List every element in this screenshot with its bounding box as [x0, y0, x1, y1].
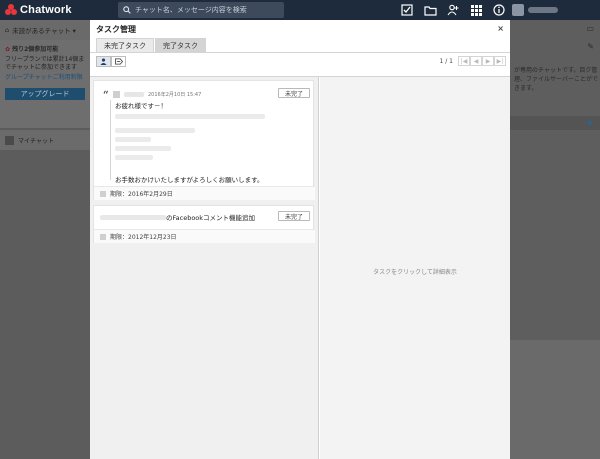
requester-name	[124, 92, 144, 97]
task-message: お疲れ様です－！ お手数おかけいたしますがよろしくお願いします。	[110, 100, 305, 184]
app-logo[interactable]: Chatwork	[5, 4, 72, 16]
dialog-header: タスク管理 ×	[90, 20, 510, 38]
task-title: のFacebookコメント機能追加	[100, 212, 255, 222]
close-icon[interactable]: ×	[497, 24, 504, 33]
search-icon	[123, 6, 131, 14]
task-card[interactable]: のFacebookコメント機能追加 未完了 期限：2012年12月23日	[93, 205, 315, 243]
add-icon[interactable]: +	[586, 118, 594, 129]
sidebar: ⌂ 未読があるチャット ▾ ✿ 残り2個参加可能 フリープランでは累計14個まで…	[0, 20, 90, 459]
detail-hint: タスクをクリックして詳細表示	[373, 269, 457, 276]
send-icon	[114, 57, 123, 65]
blurred-text	[115, 146, 171, 151]
plan-banner: ✿ 残り2個参加可能 フリープランでは累計14個までチャットに参加できます グル…	[0, 40, 90, 128]
top-bar: Chatwork チャット名、メッセージ内容を検索	[0, 0, 600, 20]
chatwork-logo-icon	[5, 4, 17, 16]
blurred-text	[100, 214, 166, 220]
mark-incomplete-button[interactable]: 未完了	[278, 88, 310, 98]
task-card[interactable]: “ 2016年2月10日 15:47 未完了 お疲れ様です－！ お手数おかけいた…	[93, 80, 315, 200]
banner-text: フリープランでは累計14個までチャットに参加できます	[5, 56, 85, 71]
quote-icon: “	[103, 90, 109, 101]
task-detail-pane: タスクをクリックして詳細表示	[320, 77, 510, 459]
filter-assigned-tasks-button[interactable]	[111, 55, 126, 67]
task-tabs: 未完了タスク 完了タスク	[90, 38, 510, 53]
task-check-icon[interactable]	[400, 3, 414, 17]
task-greeting: お疲れ様です－！	[115, 102, 167, 110]
home-icon: ⌂	[5, 26, 10, 34]
pagination: 1 / 1 |◀ ◀ ▶ ▶|	[440, 56, 506, 66]
apps-grid-icon[interactable]	[469, 3, 483, 17]
banner-title: ✿ 残り2個参加可能	[5, 46, 85, 54]
blurred-text	[115, 137, 151, 142]
chat-filter[interactable]: ⌂ 未読があるチャット ▾	[0, 20, 90, 40]
blurred-text	[115, 128, 195, 133]
blurred-text	[115, 114, 265, 119]
chat-filter-label: 未読があるチャット ▾	[12, 27, 76, 35]
add-contact-icon[interactable]	[446, 3, 460, 17]
chat-description: が専用のチャットです。目ク管理、ファイルサーバーことができます。	[514, 67, 598, 92]
mark-incomplete-button[interactable]: 未完了	[278, 211, 310, 221]
task-footer: 期限：2016年2月29日	[94, 186, 315, 200]
prev-page-button[interactable]: ◀	[470, 56, 482, 66]
task-list: “ 2016年2月10日 15:47 未完了 お疲れ様です－！ お手数おかけいた…	[90, 77, 319, 459]
assignee-avatar	[100, 233, 106, 240]
avatar[interactable]	[512, 4, 524, 16]
task-content: “ 2016年2月10日 15:47 未完了 お疲れ様です－！ お手数おかけいた…	[90, 76, 510, 459]
task-closing: お手数おかけいたしますがよろしくお願いします。	[115, 176, 264, 184]
last-page-button[interactable]: ▶|	[494, 56, 506, 66]
blurred-text	[115, 155, 153, 160]
person-icon	[100, 57, 107, 65]
right-panel: ▭ ✎ が専用のチャットです。目ク管理、ファイルサーバーことができます。 +	[510, 20, 600, 459]
filter-my-tasks-button[interactable]	[96, 55, 111, 67]
mychat-label: マイチャット	[18, 137, 54, 145]
dialog-title: タスク管理	[96, 24, 136, 34]
tab-completed[interactable]: 完了タスク	[155, 38, 206, 52]
task-due-date: 期限：2012年12月23日	[110, 234, 177, 241]
upgrade-button[interactable]: アップグレード	[5, 88, 85, 100]
app-name: Chatwork	[20, 4, 72, 16]
tab-incomplete[interactable]: 未完了タスク	[96, 38, 154, 52]
gift-icon: ✿	[5, 46, 11, 53]
sidebar-item-mychat[interactable]: マイチャット	[0, 130, 90, 150]
search-placeholder: チャット名、メッセージ内容を検索	[135, 6, 247, 14]
search-input[interactable]: チャット名、メッセージ内容を検索	[118, 2, 284, 18]
next-page-button[interactable]: ▶	[482, 56, 494, 66]
task-meta: 2016年2月10日 15:47	[113, 91, 201, 98]
page-count: 1 / 1	[439, 57, 453, 65]
task-date: 2016年2月10日 15:47	[148, 92, 202, 98]
panel-lower	[510, 340, 600, 459]
task-due-date: 期限：2016年2月29日	[110, 191, 173, 198]
folder-icon[interactable]	[423, 3, 437, 17]
user-name[interactable]	[528, 7, 558, 13]
task-toolbar: 1 / 1 |◀ ◀ ▶ ▶|	[90, 53, 510, 69]
banner-link[interactable]: グループチャットご利用制限	[5, 74, 85, 82]
first-page-button[interactable]: |◀	[458, 56, 470, 66]
info-icon[interactable]	[492, 3, 506, 17]
assignee-avatar	[100, 190, 106, 197]
task-footer: 期限：2012年12月23日	[94, 229, 315, 243]
folder-icon[interactable]: ▭	[586, 24, 594, 33]
mychat-avatar	[5, 135, 14, 145]
banner-title-text: 残り2個参加可能	[12, 46, 59, 53]
requester-avatar	[113, 91, 120, 98]
task-dialog: タスク管理 × 未完了タスク 完了タスク 1 / 1 |◀ ◀ ▶ ▶| “ 2…	[90, 20, 510, 459]
edit-icon[interactable]: ✎	[587, 42, 594, 51]
task-title-text: のFacebookコメント機能追加	[166, 214, 256, 222]
